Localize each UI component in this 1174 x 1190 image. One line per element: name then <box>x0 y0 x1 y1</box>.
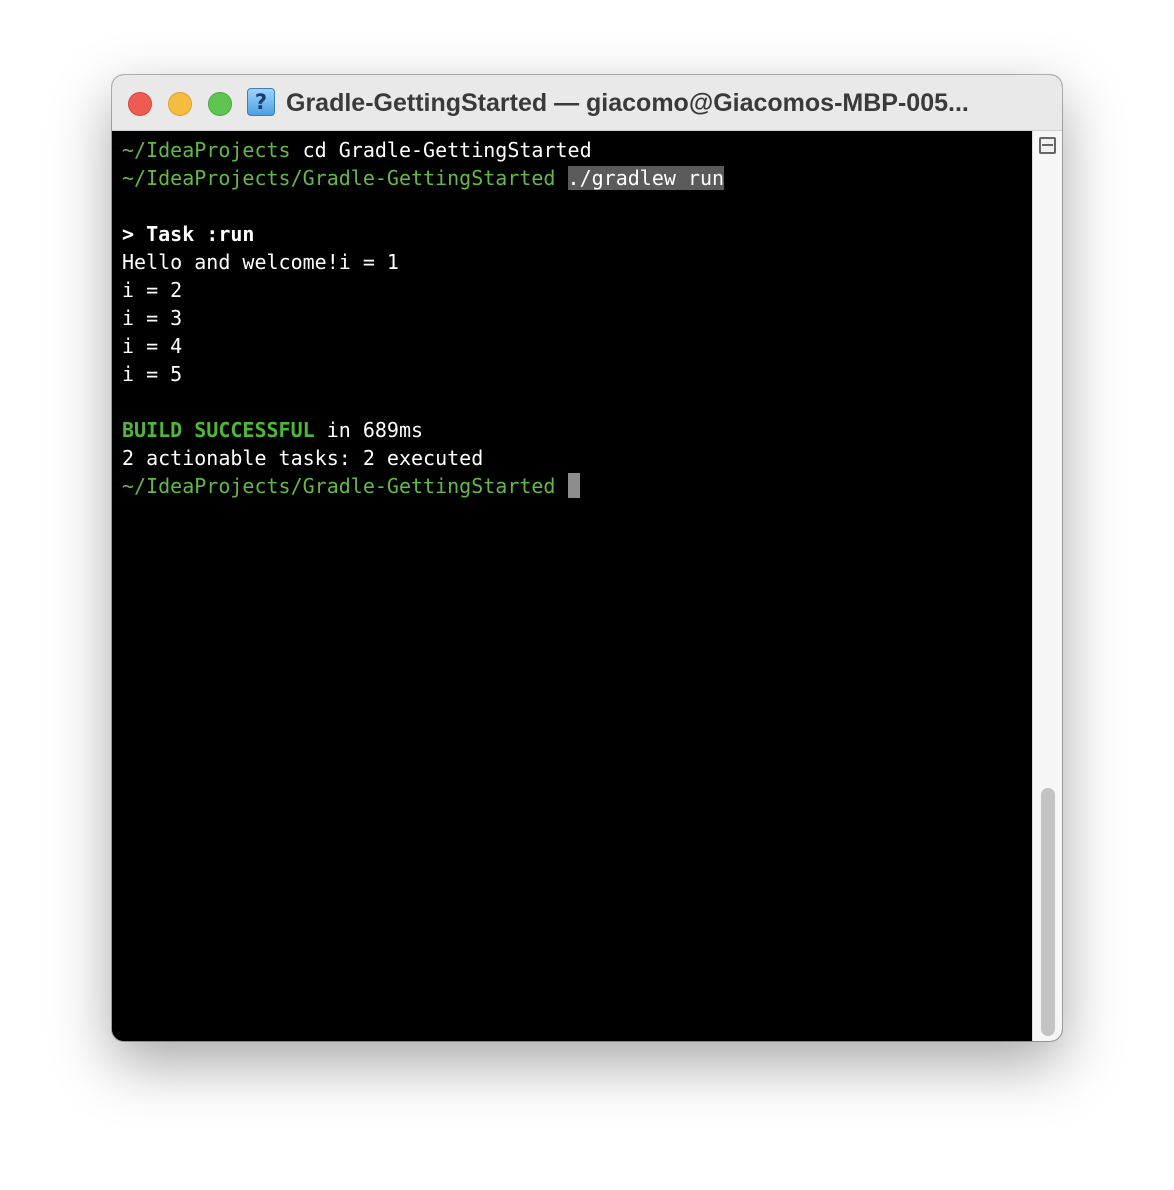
output-line: Hello and welcome!i = 1 <box>122 250 399 274</box>
text-cursor <box>567 473 580 498</box>
split-pane-icon[interactable] <box>1039 137 1056 154</box>
build-status-line: BUILD SUCCESSFUL in 689ms <box>122 416 1032 444</box>
terminal-question-icon: ? <box>247 88 275 116</box>
prompt-path: ~/IdeaProjects/Gradle-GettingStarted <box>122 166 556 190</box>
prompt-path: ~/IdeaProjects/Gradle-GettingStarted <box>122 474 556 498</box>
build-duration: in 689ms <box>314 418 424 442</box>
terminal-line: ~/IdeaProjects/Gradle-GettingStarted ./g… <box>122 164 1032 192</box>
window-title: Gradle-GettingStarted — giacomo@Giacomos… <box>286 89 969 117</box>
minimize-button[interactable] <box>168 92 192 116</box>
output-line: 2 actionable tasks: 2 executed <box>122 446 484 470</box>
prompt-path: ~/IdeaProjects <box>122 138 291 162</box>
task-header: > Task :run <box>122 222 255 246</box>
output-line: i = 5 <box>122 362 183 386</box>
title-bar[interactable]: ? Gradle-GettingStarted — giacomo@Giacom… <box>112 75 1062 131</box>
terminal-output[interactable]: ~/IdeaProjects cd Gradle-GettingStarted … <box>112 131 1032 1041</box>
terminal-window: ? Gradle-GettingStarted — giacomo@Giacom… <box>112 75 1062 1041</box>
selected-command[interactable]: ./gradlew run <box>567 166 725 190</box>
close-button[interactable] <box>128 92 152 116</box>
zoom-button[interactable] <box>208 92 232 116</box>
scroll-thumb[interactable] <box>1041 788 1055 1036</box>
typed-command: cd Gradle-GettingStarted <box>290 138 592 162</box>
output-line: i = 2 <box>122 278 183 302</box>
build-status: BUILD SUCCESSFUL <box>122 418 315 442</box>
vertical-scrollbar[interactable] <box>1032 131 1062 1041</box>
output-line: i = 3 <box>122 306 183 330</box>
current-prompt-line[interactable]: ~/IdeaProjects/Gradle-GettingStarted <box>122 472 1032 500</box>
terminal-line: ~/IdeaProjects cd Gradle-GettingStarted <box>122 136 1032 164</box>
output-line: i = 4 <box>122 334 183 358</box>
